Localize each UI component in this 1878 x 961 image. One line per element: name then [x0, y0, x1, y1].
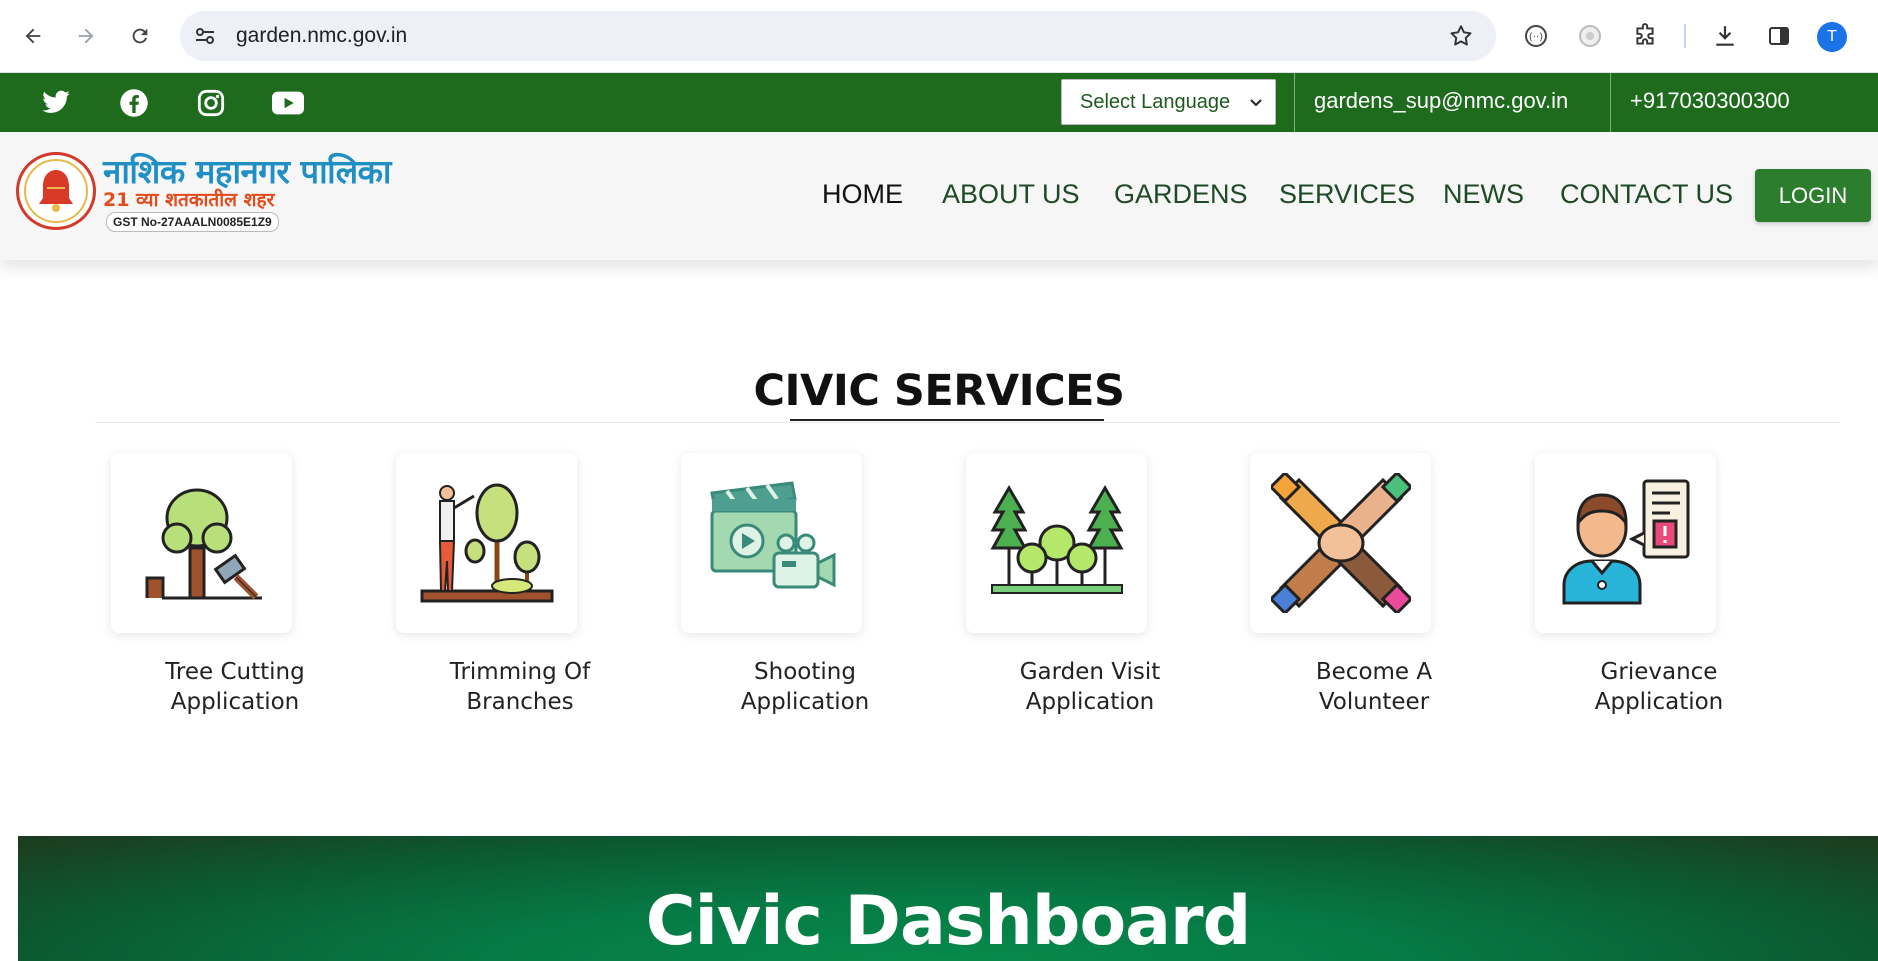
- divider: [1294, 73, 1295, 132]
- service-label-shooting[interactable]: Shooting Application: [705, 657, 905, 717]
- extensions-puzzle-icon[interactable]: [1628, 19, 1662, 53]
- profile-avatar[interactable]: T: [1817, 22, 1847, 52]
- login-button[interactable]: LOGIN: [1755, 169, 1871, 222]
- browser-toolbar: garden.nmc.gov.in (··) T: [0, 0, 1878, 73]
- label-line-2: Branches: [466, 689, 574, 715]
- contact-phone-link[interactable]: +917030300300: [1630, 88, 1790, 114]
- tree-trimming-icon: [420, 483, 553, 603]
- toolbar-separator: [1684, 24, 1686, 48]
- twitter-icon[interactable]: [40, 87, 72, 119]
- civic-dashboard-banner: Civic Dashboard: [18, 836, 1878, 961]
- label-line-1: Tree Cutting: [165, 659, 305, 685]
- garden-visit-icon: [989, 485, 1124, 594]
- label-line-2: Application: [740, 689, 870, 715]
- side-panel-icon[interactable]: [1762, 19, 1796, 53]
- back-button[interactable]: [15, 18, 51, 54]
- facebook-icon[interactable]: [118, 87, 150, 119]
- site-header: नाशिक महानगर पालिका 21 व्या शतकातील शहर …: [0, 132, 1878, 260]
- service-label-grievance[interactable]: Grievance Application: [1559, 657, 1759, 717]
- dashboard-title: Civic Dashboard: [645, 882, 1252, 961]
- service-card-garden-visit[interactable]: [966, 453, 1147, 633]
- gst-number: GST No-27AAALN0085E1Z9: [106, 212, 279, 232]
- label-line-1: Shooting: [754, 659, 856, 685]
- nav-contact-us[interactable]: CONTACT US: [1560, 179, 1733, 210]
- service-label-garden-visit[interactable]: Garden Visit Application: [990, 657, 1190, 717]
- service-card-trimming[interactable]: [396, 453, 577, 633]
- section-divider: [95, 422, 1840, 423]
- language-select-label: Select Language: [1080, 90, 1231, 113]
- label-line-2: Application: [170, 689, 300, 715]
- label-line-2: Application: [1025, 689, 1155, 715]
- contact-email-link[interactable]: gardens_sup@nmc.gov.in: [1314, 88, 1568, 114]
- label-line-2: Application: [1594, 689, 1724, 715]
- label-line-2: Volunteer: [1318, 689, 1430, 715]
- service-label-trimming[interactable]: Trimming Of Branches: [420, 657, 620, 717]
- url-text[interactable]: garden.nmc.gov.in: [236, 24, 407, 48]
- reload-icon: [132, 28, 148, 44]
- forward-arrow-icon: [78, 28, 94, 44]
- nav-services[interactable]: SERVICES: [1279, 179, 1415, 210]
- language-select[interactable]: Select Language: [1061, 79, 1276, 125]
- nav-gardens[interactable]: GARDENS: [1114, 179, 1248, 210]
- label-line-1: Grievance: [1600, 659, 1718, 685]
- extension-icon[interactable]: (··): [1519, 19, 1553, 53]
- label-line-1: Garden Visit: [1019, 659, 1161, 685]
- title-underline: [790, 419, 1104, 421]
- address-bar[interactable]: garden.nmc.gov.in: [180, 11, 1496, 61]
- label-line-1: Trimming Of: [449, 659, 591, 685]
- service-card-volunteer[interactable]: [1250, 453, 1431, 633]
- film-shooting-icon: [709, 481, 835, 589]
- top-contact-bar: Select Language gardens_sup@nmc.gov.in +…: [0, 73, 1878, 132]
- tree-cutting-icon: [145, 488, 262, 600]
- grievance-icon: [1562, 479, 1689, 605]
- forward-button[interactable]: [68, 18, 104, 54]
- extension-circle-icon[interactable]: [1573, 19, 1607, 53]
- back-arrow-icon: [25, 28, 41, 44]
- nav-about-us[interactable]: ABOUT US: [942, 179, 1080, 210]
- chevron-down-icon: [1250, 99, 1262, 107]
- service-card-tree-cutting[interactable]: [111, 453, 292, 633]
- logo-subtitle: 21 व्या शतकातील शहर: [103, 189, 275, 211]
- service-label-volunteer[interactable]: Become A Volunteer: [1274, 657, 1474, 717]
- service-label-tree-cutting[interactable]: Tree Cutting Application: [135, 657, 335, 717]
- site-info-icon[interactable]: [190, 22, 220, 50]
- label-line-1: Become A: [1315, 659, 1433, 685]
- youtube-icon[interactable]: [272, 87, 304, 119]
- reload-button[interactable]: [122, 18, 158, 54]
- volunteer-hands-icon: [1270, 473, 1411, 613]
- instagram-icon[interactable]: [195, 87, 227, 119]
- downloads-icon[interactable]: [1708, 19, 1742, 53]
- nmc-emblem-logo[interactable]: [16, 152, 96, 230]
- service-card-shooting[interactable]: [681, 453, 862, 633]
- divider: [1610, 73, 1611, 132]
- section-title: CIVIC SERVICES: [753, 366, 1126, 416]
- nav-news[interactable]: NEWS: [1443, 179, 1524, 210]
- service-card-grievance[interactable]: [1535, 453, 1716, 633]
- nav-home[interactable]: HOME: [822, 179, 903, 210]
- bookmark-star-icon[interactable]: [1448, 23, 1474, 54]
- svg-text:(··): (··): [1529, 32, 1543, 43]
